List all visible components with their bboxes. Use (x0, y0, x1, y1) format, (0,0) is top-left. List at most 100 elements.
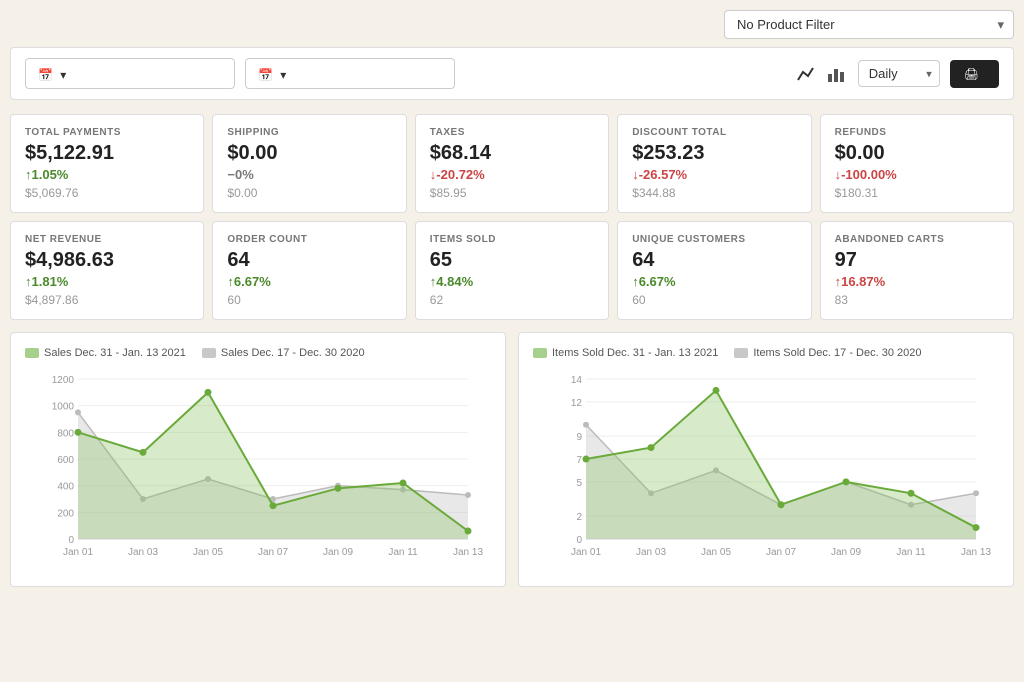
metric-card-unique-customers: UNIQUE CUSTOMERS 64 ↑6.67% 60 (617, 221, 811, 320)
svg-text:400: 400 (57, 482, 74, 493)
svg-text:0: 0 (68, 535, 74, 546)
metric-card-shipping: SHIPPING $0.00 −0% $0.00 (212, 114, 406, 213)
svg-text:Jan 03: Jan 03 (128, 547, 158, 558)
chart-legend: Sales Dec. 31 - Jan. 13 2021 Sales Dec. … (25, 347, 491, 359)
metric-card-net-revenue: NET REVENUE $4,986.63 ↑1.81% $4,897.86 (10, 221, 204, 320)
charts-grid: Sales Dec. 31 - Jan. 13 2021 Sales Dec. … (10, 332, 1014, 587)
svg-text:Jan 03: Jan 03 (636, 547, 666, 558)
metric-label: REFUNDS (835, 127, 999, 138)
metric-change: ↓-26.57% (632, 167, 796, 182)
metric-change: ↑4.84% (430, 274, 594, 289)
metric-label: NET REVENUE (25, 234, 189, 245)
legend-label: Items Sold Dec. 17 - Dec. 30 2020 (753, 347, 921, 359)
svg-text:5: 5 (576, 478, 582, 489)
metric-change: ↓-20.72% (430, 167, 594, 182)
metric-value: $68.14 (430, 142, 594, 165)
metric-value: $0.00 (835, 142, 999, 165)
metric-card-abandoned-carts: ABANDONED CARTS 97 ↑16.87% 83 (820, 221, 1014, 320)
metric-prev: 83 (835, 293, 999, 307)
calendar-icon: 📅 (38, 68, 53, 82)
svg-text:Jan 01: Jan 01 (571, 547, 601, 558)
legend-label: Sales Dec. 17 - Dec. 30 2020 (221, 347, 365, 359)
svg-text:Jan 13: Jan 13 (961, 547, 991, 558)
calendar-icon-2: 📅 (258, 68, 273, 82)
metric-prev: $5,069.76 (25, 186, 189, 200)
svg-text:Jan 07: Jan 07 (258, 547, 288, 558)
legend-box (734, 348, 748, 358)
svg-text:200: 200 (57, 508, 74, 519)
chart-svg: 020040060080010001200Jan 01Jan 03Jan 05J… (25, 369, 491, 569)
metric-card-refunds: REFUNDS $0.00 ↓-100.00% $180.31 (820, 114, 1014, 213)
legend-box (202, 348, 216, 358)
metric-value: 65 (430, 249, 594, 272)
metric-change: ↓-100.00% (835, 167, 999, 182)
metric-prev: 62 (430, 293, 594, 307)
svg-text:Jan 05: Jan 05 (701, 547, 731, 558)
metric-card-total-payments: TOTAL PAYMENTS $5,122.91 ↑1.05% $5,069.7… (10, 114, 204, 213)
metric-card-discount-total: DISCOUNT TOTAL $253.23 ↓-26.57% $344.88 (617, 114, 811, 213)
metric-change: ↑6.67% (227, 274, 391, 289)
metric-change: −0% (227, 167, 391, 182)
svg-text:Jan 09: Jan 09 (323, 547, 353, 558)
metric-value: 64 (632, 249, 796, 272)
svg-text:1000: 1000 (52, 402, 75, 413)
metric-prev: 60 (227, 293, 391, 307)
metric-label: ABANDONED CARTS (835, 234, 999, 245)
svg-text:Jan 01: Jan 01 (63, 547, 93, 558)
metric-card-order-count: ORDER COUNT 64 ↑6.67% 60 (212, 221, 406, 320)
svg-text:Jan 13: Jan 13 (453, 547, 483, 558)
legend-item: Items Sold Dec. 31 - Jan. 13 2021 (533, 347, 718, 359)
svg-text:Jan 11: Jan 11 (896, 547, 926, 558)
svg-text:Jan 09: Jan 09 (831, 547, 861, 558)
legend-label: Sales Dec. 31 - Jan. 13 2021 (44, 347, 186, 359)
metric-label: ORDER COUNT (227, 234, 391, 245)
line-chart-icon[interactable] (794, 62, 818, 86)
metric-label: TOTAL PAYMENTS (25, 127, 189, 138)
legend-box (533, 348, 547, 358)
interval-select-wrapper: Daily Weekly Monthly (858, 60, 940, 87)
legend-item: Items Sold Dec. 17 - Dec. 30 2020 (734, 347, 921, 359)
metrics-grid-row1: TOTAL PAYMENTS $5,122.91 ↑1.05% $5,069.7… (10, 114, 1014, 320)
metric-label: TAXES (430, 127, 594, 138)
metric-prev: 60 (632, 293, 796, 307)
metric-label: ITEMS SOLD (430, 234, 594, 245)
metric-prev: $0.00 (227, 186, 391, 200)
metric-value: 97 (835, 249, 999, 272)
metric-change: ↑1.05% (25, 167, 189, 182)
date-range-block[interactable]: 📅 ▾ (25, 58, 235, 89)
svg-text:9: 9 (576, 432, 582, 443)
top-filter-bar: No Product Filter (10, 10, 1014, 39)
product-filter-select[interactable]: No Product Filter (724, 10, 1014, 39)
svg-text:12: 12 (571, 398, 583, 409)
metric-value: 64 (227, 249, 391, 272)
metric-prev: $180.31 (835, 186, 999, 200)
interval-select[interactable]: Daily Weekly Monthly (858, 60, 940, 87)
metric-value: $5,122.91 (25, 142, 189, 165)
metric-value: $0.00 (227, 142, 391, 165)
metric-label: DISCOUNT TOTAL (632, 127, 796, 138)
compare-to-value: 📅 ▾ (258, 68, 286, 82)
chart-legend: Items Sold Dec. 31 - Jan. 13 2021 Items … (533, 347, 999, 359)
metric-change: ↑6.67% (632, 274, 796, 289)
svg-text:Jan 11: Jan 11 (388, 547, 418, 558)
chart-type-icons (794, 62, 848, 86)
legend-item: Sales Dec. 17 - Dec. 30 2020 (202, 347, 365, 359)
metric-card-items-sold: ITEMS SOLD 65 ↑4.84% 62 (415, 221, 609, 320)
metric-prev: $4,897.86 (25, 293, 189, 307)
svg-text:600: 600 (57, 455, 74, 466)
svg-text:800: 800 (57, 428, 74, 439)
metric-card-taxes: TAXES $68.14 ↓-20.72% $85.95 (415, 114, 609, 213)
svg-text:2: 2 (576, 512, 582, 523)
metric-label: UNIQUE CUSTOMERS (632, 234, 796, 245)
metric-label: SHIPPING (227, 127, 391, 138)
compare-to-block[interactable]: 📅 ▾ (245, 58, 455, 89)
export-report-button[interactable]: 🖨 (950, 60, 999, 88)
metric-prev: $344.88 (632, 186, 796, 200)
legend-item: Sales Dec. 31 - Jan. 13 2021 (25, 347, 186, 359)
metric-value: $253.23 (632, 142, 796, 165)
svg-text:Jan 07: Jan 07 (766, 547, 796, 558)
metric-change: ↑16.87% (835, 274, 999, 289)
svg-text:0: 0 (576, 535, 582, 546)
bar-chart-icon[interactable] (824, 62, 848, 86)
chart-svg: 025791214Jan 01Jan 03Jan 05Jan 07Jan 09J… (533, 369, 999, 569)
